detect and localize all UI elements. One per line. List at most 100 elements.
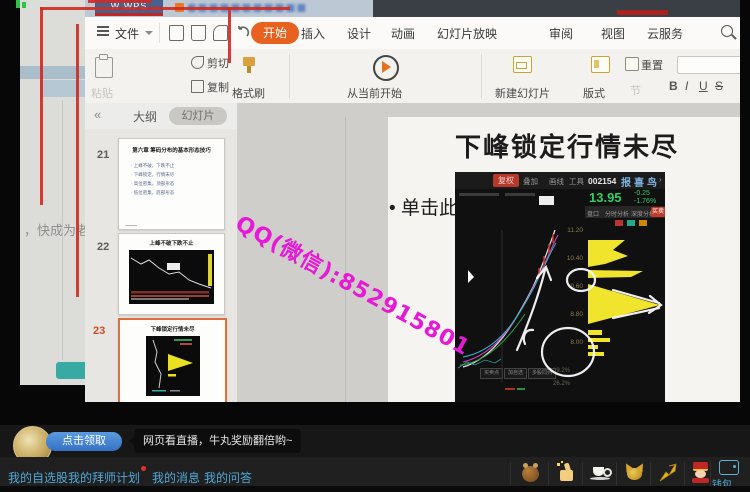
notification-badge: [141, 466, 146, 471]
slide-23-thumbnail-selected[interactable]: 下峰锁定行情未尽: [118, 318, 227, 402]
slide-title-text[interactable]: 下峰锁定行情未尽: [455, 127, 679, 164]
toolbar-separator: [289, 54, 290, 98]
hamburger-icon[interactable]: [97, 30, 109, 32]
tab-view[interactable]: 视图: [601, 25, 625, 42]
print-preview-icon[interactable]: [213, 25, 228, 41]
underline-button[interactable]: U: [699, 79, 708, 93]
reset-button[interactable]: 重置: [641, 57, 663, 73]
menu-bar: 文件 开始 插入 设计 动画 幻灯片放映 审阅 视图 云服务: [85, 17, 740, 49]
tab-design[interactable]: 设计: [347, 25, 371, 42]
tab-slides[interactable]: 幻灯片: [169, 107, 227, 125]
red-annotation-line: [228, 7, 231, 63]
slide-22-thumbnail[interactable]: 上峰不破下跌不止: [118, 233, 225, 315]
tab-insert[interactable]: 插入: [301, 25, 325, 42]
tab-slideshow[interactable]: 幻灯片放映: [437, 25, 497, 42]
toolbar-separator-2: [481, 54, 482, 98]
copy-icon[interactable]: [191, 80, 204, 93]
copy-button[interactable]: 复制: [207, 79, 229, 95]
bold-button[interactable]: B: [669, 79, 678, 93]
slide-thumbnail-panel: 21 第六章 筹码分布的基本形态技巧 · 上峰不破，下跌不止 · 下峰锁定，行情…: [85, 129, 238, 402]
bottom-edge: [0, 486, 750, 492]
slide-23-number: 23: [93, 325, 105, 337]
collapse-panel-icon[interactable]: «: [94, 107, 101, 122]
slide-22-number: 22: [97, 241, 109, 253]
new-slide-button[interactable]: 新建幻灯片: [495, 85, 550, 101]
italic-button[interactable]: I: [685, 79, 688, 93]
cut-button[interactable]: 剪切: [207, 55, 229, 71]
annotation-circle-top: [567, 269, 595, 291]
slide-23-title: 下峰锁定行情未尽: [120, 325, 225, 333]
wallet-icon[interactable]: [719, 460, 739, 475]
tab-outline[interactable]: 大纲: [133, 108, 157, 125]
wallet-divider: [710, 462, 711, 486]
slide-21-thumbnail[interactable]: 第六章 筹码分布的基本形态技巧 · 上峰不破，下跌不止 · 下峰锁定，行情未尽 …: [118, 138, 225, 230]
tab-my-questions[interactable]: 我的问答: [204, 469, 252, 486]
god-of-wealth-gift-icon[interactable]: [690, 462, 712, 484]
coffee-gift-icon[interactable]: [590, 462, 612, 484]
thumbs-up-gift-icon[interactable]: [556, 462, 578, 484]
claim-button[interactable]: 点击领取: [46, 432, 122, 451]
background-teal-button[interactable]: [56, 362, 85, 379]
gift-divider: [548, 462, 549, 486]
meatball-gift-icon[interactable]: [520, 462, 542, 484]
paste-icon[interactable]: [95, 57, 113, 78]
tab-cloud[interactable]: 云服务: [647, 25, 683, 42]
slide-21-bullet: · 低位密集，底部形态: [131, 190, 174, 196]
layout-icon[interactable]: [591, 56, 610, 73]
tab-my-messages[interactable]: 我的消息: [152, 469, 200, 486]
data-label-box: [539, 196, 554, 205]
gift-divider: [684, 462, 685, 486]
tab-animation[interactable]: 动画: [391, 25, 415, 42]
slide-21-number: 21: [97, 149, 109, 161]
annotation-circle-bottom: [542, 328, 594, 376]
layout-button[interactable]: 版式: [583, 85, 605, 101]
gold-arrow-gift-icon[interactable]: [657, 462, 679, 484]
ma-line-white: [463, 230, 555, 367]
file-menu[interactable]: 文件: [115, 25, 139, 42]
play-from-current-icon[interactable]: [373, 55, 399, 81]
gift-divider: [650, 462, 651, 486]
kline-volume-profile-graphic: [455, 172, 665, 402]
red-annotation-line: [40, 7, 290, 10]
wps-window: W WPS 文件 开始 插入 设计 动画 幻灯片放映 审阅 视图 云服务: [85, 0, 740, 402]
save-icon[interactable]: [169, 25, 184, 41]
font-family-select[interactable]: [677, 56, 740, 74]
tabbar-red-mark: [617, 10, 668, 15]
undo-icon[interactable]: [235, 25, 250, 39]
stream-tooltip: 网页看直播，牛丸奖励翻倍哟~: [134, 429, 301, 453]
area-divider: [345, 117, 346, 402]
format-painter-button[interactable]: 格式刷: [232, 85, 265, 101]
section-button[interactable]: 节: [630, 82, 641, 98]
reset-icon[interactable]: [625, 57, 639, 71]
slide-21-bullet: · 高位密集，顶部形态: [131, 181, 174, 187]
strikethrough-button[interactable]: S: [715, 79, 723, 93]
red-annotation-line: [40, 7, 43, 205]
format-painter-icon[interactable]: [243, 57, 255, 66]
slide-22-title: 上峰不破下跌不止: [119, 239, 224, 247]
red-annotation-line: [76, 24, 79, 297]
ma-line-cyan: [463, 243, 556, 357]
menu-divider: [159, 23, 160, 43]
tab-my-stocks[interactable]: 我的自选股: [8, 469, 68, 486]
search-icon[interactable]: [721, 25, 733, 37]
gold-bull-gift-icon[interactable]: [624, 462, 646, 484]
screen: ，快成为老师第 W WPS 文件 开始 插入 设计 动画: [0, 0, 750, 492]
tab-start[interactable]: 开始: [251, 22, 299, 44]
cut-icon[interactable]: [191, 56, 204, 69]
stock-chart-image: 复权 叠加 画线 工具 002154 报喜鸟 › 13.95 -0.25 -1.…: [455, 172, 665, 402]
green-indicator-icon: [16, 0, 20, 8]
slide-21-bullet: · 下峰锁定，行情未尽: [131, 172, 174, 178]
red-annotation-line: [88, 0, 152, 3]
new-slide-icon[interactable]: [513, 56, 532, 73]
volume-profile: [588, 240, 660, 356]
print-icon[interactable]: [191, 25, 206, 41]
file-caret-icon[interactable]: [145, 31, 153, 35]
slide-21-footer: [125, 225, 137, 226]
tab-review[interactable]: 审阅: [549, 25, 573, 42]
green-indicator-icon: [22, 2, 26, 8]
wps-tab-underline: [95, 13, 163, 16]
play-from-current-button[interactable]: 从当前开始: [347, 85, 402, 101]
tab-my-mentor-plan[interactable]: 我的拜师计划: [68, 469, 140, 486]
paste-label[interactable]: 粘贴: [91, 85, 113, 101]
tabbar-empty-area: [373, 0, 740, 17]
